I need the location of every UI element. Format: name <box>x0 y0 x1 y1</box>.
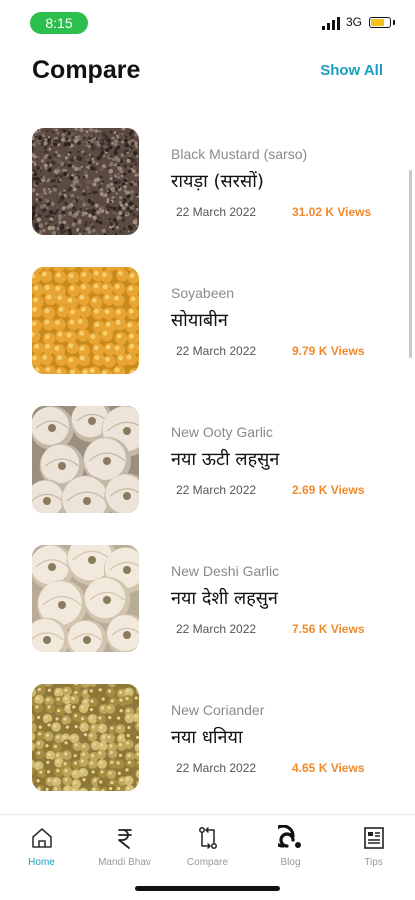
deshi-garlic-image <box>32 545 139 652</box>
item-views: 31.02 K Views <box>292 205 372 219</box>
item-english-name: New Coriander <box>171 702 265 718</box>
signal-icon <box>322 16 342 30</box>
home-indicator <box>135 886 280 891</box>
item-date: 22 March 2022 <box>176 761 257 775</box>
header: Compare Show All <box>0 52 415 92</box>
list-item[interactable]: Black Mustard (sarso) रायड़ा (सरसों) 22 … <box>0 124 415 263</box>
item-views: 2.69 K Views <box>292 483 365 497</box>
scrollbar[interactable] <box>409 170 412 358</box>
battery-tip <box>393 20 395 25</box>
item-english-name: Black Mustard (sarso) <box>171 146 308 162</box>
page-title: Compare <box>32 56 141 84</box>
item-hindi-name: नया धनिया <box>171 727 243 748</box>
black-mustard-image <box>32 128 139 235</box>
item-date: 22 March 2022 <box>176 205 257 219</box>
nav-home[interactable]: Home <box>0 815 83 877</box>
item-hindi-name: सोयाबीन <box>171 310 228 331</box>
item-hindi-name: रायड़ा (सरसों) <box>171 171 264 192</box>
item-date: 22 March 2022 <box>176 483 257 497</box>
battery-icon <box>369 17 391 28</box>
soyabean-image <box>32 267 139 374</box>
item-views: 9.79 K Views <box>292 344 365 358</box>
item-hindi-name: नया देशी लहसुन <box>171 588 278 609</box>
item-date: 22 March 2022 <box>176 622 257 636</box>
bottom-nav: Home Mandi Bhav Compare Blog Tips <box>0 814 415 877</box>
coriander-image <box>32 684 139 791</box>
nav-tips[interactable]: Tips <box>332 815 415 877</box>
list-item[interactable]: Soyabeen सोयाबीन 22 March 2022 9.79 K Vi… <box>0 263 415 402</box>
status-bar: 8:15 3G <box>0 0 415 48</box>
status-time: 8:15 <box>30 12 88 34</box>
rupee-icon <box>117 829 132 849</box>
list-item[interactable]: New Ooty Garlic नया ऊटी लहसुन 22 March 2… <box>0 402 415 541</box>
nav-label: Home <box>28 857 55 868</box>
nav-mandi-bhav[interactable]: Mandi Bhav <box>83 815 166 877</box>
item-english-name: New Deshi Garlic <box>171 563 280 579</box>
nav-blog[interactable]: Blog <box>249 815 332 877</box>
item-views: 7.56 K Views <box>292 622 365 636</box>
compare-list: Black Mustard (sarso) रायड़ा (सरसों) 22 … <box>0 124 415 819</box>
item-english-name: New Ooty Garlic <box>171 424 273 440</box>
show-all-link[interactable]: Show All <box>320 62 383 79</box>
nav-label: Tips <box>364 857 383 868</box>
item-hindi-name: नया ऊटी लहसुन <box>171 449 280 470</box>
tips-icon <box>363 827 384 849</box>
item-english-name: Soyabeen <box>171 285 235 301</box>
network-type: 3G <box>346 15 363 29</box>
home-icon <box>31 828 52 848</box>
list-item[interactable]: New Deshi Garlic नया देशी लहसुन 22 March… <box>0 541 415 680</box>
item-date: 22 March 2022 <box>176 344 257 358</box>
nav-label: Compare <box>186 857 229 868</box>
ooty-garlic-image <box>32 406 139 513</box>
compare-icon <box>198 827 217 849</box>
list-item[interactable]: New Coriander नया धनिया 22 March 2022 4.… <box>0 680 415 819</box>
blog-icon <box>277 825 301 848</box>
nav-label: Mandi Bhav <box>98 857 151 868</box>
item-views: 4.65 K Views <box>292 761 365 775</box>
nav-compare[interactable]: Compare <box>166 815 249 877</box>
nav-label: Blog <box>280 857 301 868</box>
